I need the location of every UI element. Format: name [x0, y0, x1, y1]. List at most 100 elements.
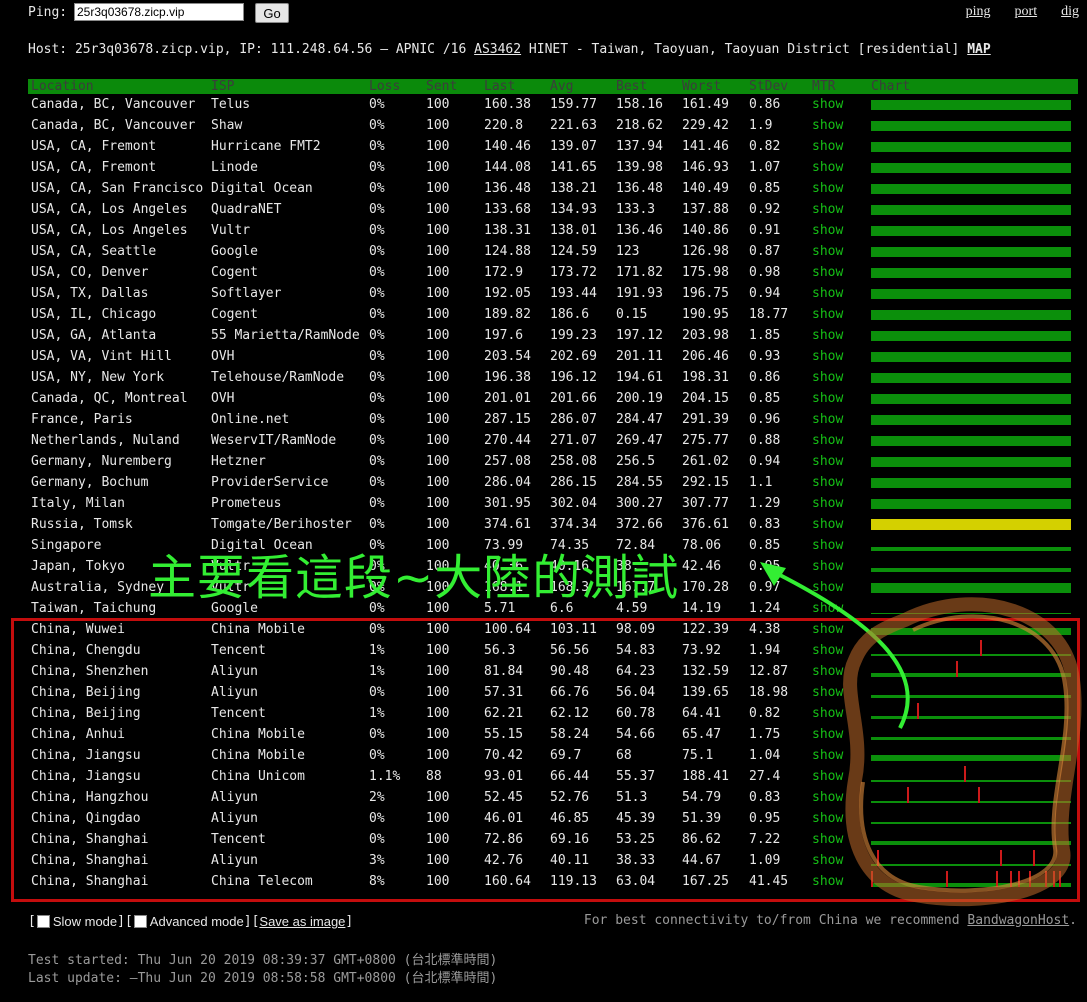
latency-bar: [871, 142, 1071, 152]
col-location: Location: [31, 79, 94, 94]
nav-ping-link[interactable]: ping: [966, 4, 991, 20]
mtr-show-link[interactable]: show: [812, 370, 843, 385]
cell-loss: 0%: [369, 307, 385, 322]
cell-best: 201.11: [616, 349, 663, 364]
latency-chart: [871, 477, 1071, 488]
nav-dig-link[interactable]: dig: [1061, 4, 1079, 20]
cell-location: Canada, BC, Vancouver: [31, 118, 196, 133]
bandwagonhost-link[interactable]: BandwagonHost: [967, 913, 1069, 928]
cell-isp: Google: [211, 244, 258, 259]
cell-isp: Online.net: [211, 412, 290, 427]
mtr-show-link[interactable]: show: [812, 160, 843, 175]
mtr-show-link[interactable]: show: [812, 223, 843, 238]
cell-last: 140.46: [484, 139, 531, 154]
cell-last: 287.15: [484, 412, 531, 427]
cell-worst: 175.98: [682, 265, 729, 280]
latency-chart: [871, 99, 1071, 110]
cell-stdev: 0.85: [749, 391, 781, 406]
mtr-show-link[interactable]: show: [812, 349, 843, 364]
cell-sent: 100: [426, 412, 450, 427]
mtr-show-link[interactable]: show: [812, 412, 843, 427]
cell-best: 136.46: [616, 223, 663, 238]
cell-stdev: 1.29: [749, 496, 781, 511]
mtr-show-link[interactable]: show: [812, 118, 843, 133]
annotation-scribble-icon: [843, 597, 1082, 907]
cell-best: 171.82: [616, 265, 663, 280]
mtr-show-link[interactable]: show: [812, 496, 843, 511]
nav-port-link[interactable]: port: [1015, 4, 1038, 20]
mtr-show-link[interactable]: show: [812, 202, 843, 217]
cell-worst: 204.15: [682, 391, 729, 406]
mtr-show-link[interactable]: show: [812, 265, 843, 280]
cell-stdev: 0.82: [749, 139, 781, 154]
cell-location: Singapore: [31, 538, 102, 553]
cell-stdev: 0.83: [749, 517, 781, 532]
cell-avg: 374.34: [550, 517, 597, 532]
host-info: Host: 25r3q03678.zicp.vip, IP: 111.248.6…: [28, 42, 991, 57]
latency-bar: [871, 352, 1071, 362]
go-button[interactable]: Go: [255, 3, 289, 23]
cell-last: 136.48: [484, 181, 531, 196]
col-mtr: MTR: [812, 79, 836, 94]
table-row: Canada, QC, Montreal OVH 0% 100 201.01 201.66…: [28, 388, 1078, 409]
cell-worst: 140.49: [682, 181, 729, 196]
cell-location: USA, CA, Fremont: [31, 139, 157, 154]
cell-last: 374.61: [484, 517, 531, 532]
cell-stdev: 1.1: [749, 475, 773, 490]
cell-worst: 206.46: [682, 349, 729, 364]
table-row: USA, CA, Fremont Hurricane FMT2 0% 100 140.4…: [28, 136, 1078, 157]
cell-last: 133.68: [484, 202, 531, 217]
mtr-show-link[interactable]: show: [812, 475, 843, 490]
cell-avg: 286.15: [550, 475, 597, 490]
slow-mode-checkbox[interactable]: [36, 915, 50, 928]
mtr-show-link[interactable]: show: [812, 244, 843, 259]
cell-stdev: 0.86: [749, 97, 781, 112]
mtr-show-link[interactable]: show: [812, 454, 843, 469]
mtr-show-link[interactable]: show: [812, 391, 843, 406]
col-stdev: StDev: [749, 79, 789, 94]
cell-stdev: 1.07: [749, 160, 781, 175]
cell-location: USA, CA, San Francisco: [31, 181, 204, 196]
mtr-show-link[interactable]: show: [812, 286, 843, 301]
save-as-image-link[interactable]: Save as image: [259, 914, 345, 929]
latency-bar: [871, 478, 1071, 488]
col-isp: ISP: [211, 79, 235, 94]
map-link[interactable]: MAP: [967, 42, 990, 57]
mtr-show-link[interactable]: show: [812, 517, 843, 532]
mtr-show-link[interactable]: show: [812, 181, 843, 196]
cell-avg: 138.21: [550, 181, 597, 196]
mtr-show-link[interactable]: show: [812, 307, 843, 322]
ping-host-input[interactable]: [74, 3, 244, 21]
latency-chart: [871, 519, 1071, 530]
mtr-show-link[interactable]: show: [812, 139, 843, 154]
cell-avg: 286.07: [550, 412, 597, 427]
cell-avg: 173.72: [550, 265, 597, 280]
cell-avg: 196.12: [550, 370, 597, 385]
cell-stdev: 0.94: [749, 454, 781, 469]
mtr-show-link[interactable]: show: [812, 97, 843, 112]
mtr-show-link[interactable]: show: [812, 328, 843, 343]
cell-worst: 140.86: [682, 223, 729, 238]
cell-stdev: 0.91: [749, 223, 781, 238]
cell-location: Russia, Tomsk: [31, 517, 133, 532]
recommend-text: For best connectivity to/from China we r…: [583, 913, 968, 928]
cell-avg: 139.07: [550, 139, 597, 154]
cell-avg: 258.08: [550, 454, 597, 469]
cell-sent: 100: [426, 349, 450, 364]
table-header: Location ISP Loss Sent Last Avg Best Wor…: [28, 79, 1078, 94]
cell-sent: 100: [426, 517, 450, 532]
cell-worst: 42.46: [682, 559, 722, 574]
asn-link[interactable]: AS3462: [474, 42, 521, 57]
col-chart: Chart: [871, 79, 911, 94]
cell-best: 139.98: [616, 160, 663, 175]
cell-stdev: 0.98: [749, 265, 781, 280]
cell-loss: 0%: [369, 160, 385, 175]
mtr-show-link[interactable]: show: [812, 433, 843, 448]
cell-isp: Telehouse/RamNode: [211, 370, 345, 385]
advanced-mode-checkbox[interactable]: [133, 915, 147, 928]
cell-avg: 193.44: [550, 286, 597, 301]
cell-sent: 100: [426, 223, 450, 238]
latency-bar: [871, 415, 1071, 425]
table-row: USA, NY, New York Telehouse/RamNode 0% 100 1…: [28, 367, 1078, 388]
cell-loss: 0%: [369, 223, 385, 238]
